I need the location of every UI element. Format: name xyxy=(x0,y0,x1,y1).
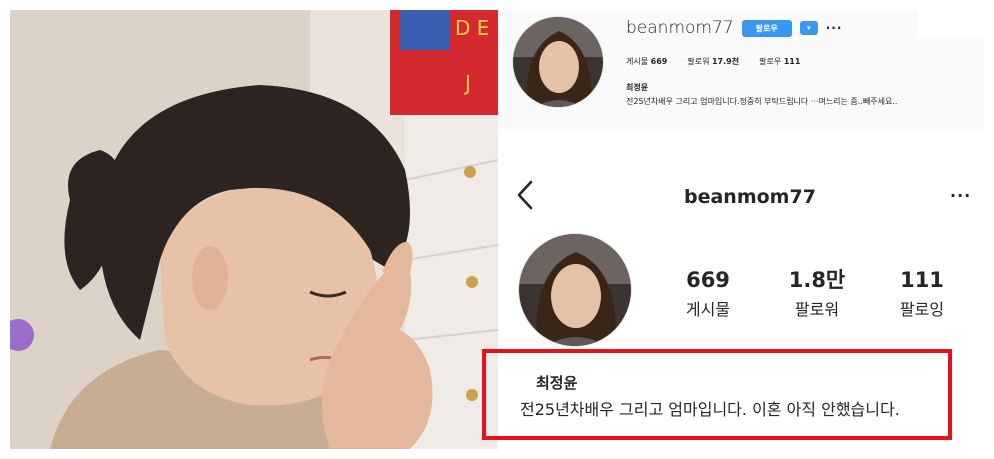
stat-followers[interactable]: 팔로워 17.9천 xyxy=(687,56,739,67)
stat-followers[interactable]: 1.8만 팔로워 xyxy=(762,268,872,320)
follow-button[interactable]: 팔로우 xyxy=(741,19,792,37)
stat-label: 팔로잉 xyxy=(899,300,945,319)
chevron-left-icon[interactable] xyxy=(514,178,536,212)
stat-following[interactable]: 팔로우 111 xyxy=(759,56,800,67)
mobile-username: beanmom77 xyxy=(684,186,816,208)
more-options-icon[interactable]: ··· xyxy=(826,21,843,35)
avatar-image xyxy=(513,17,603,107)
stat-label: 팔로워 xyxy=(794,300,840,319)
stat-posts[interactable]: 게시물 669 xyxy=(626,56,667,67)
stat-label: 게시물 xyxy=(626,57,649,66)
more-options-icon[interactable]: ··· xyxy=(950,186,971,205)
profile-full-name: 최정윤 xyxy=(536,374,578,392)
stat-following[interactable]: 111 팔로잉 xyxy=(867,268,977,320)
profile-title-row: beanmom77 팔로우 ▾ ··· xyxy=(626,18,842,38)
svg-text:D E: D E xyxy=(455,16,489,40)
stat-label: 팔로워 xyxy=(687,57,710,66)
stat-value: 1.8만 xyxy=(788,268,846,292)
avatar-image xyxy=(519,234,631,346)
profile-username: beanmom77 xyxy=(626,18,734,38)
bio-highlight-box xyxy=(482,349,952,440)
profile-avatar[interactable] xyxy=(518,233,632,347)
photo-woman-crying: D E J xyxy=(10,10,498,449)
profile-bio: 전25년차배우 그리고 엄마입니다. 이혼 아직 안했습니다. xyxy=(520,400,900,419)
svg-text:J: J xyxy=(463,71,471,95)
profile-bio: 전25년차배우 그리고 엄마입니다.정중히 부탁드립니다 ···며느리는 좀..… xyxy=(626,97,898,106)
profile-full-name: 최정윤 xyxy=(626,83,649,92)
photo-illustration: D E J xyxy=(10,10,498,449)
crop-overlay xyxy=(918,10,984,38)
stat-label: 팔로우 xyxy=(759,57,782,66)
stat-value: 111 xyxy=(900,268,944,292)
stat-value: 111 xyxy=(783,57,801,66)
stat-value: 669 xyxy=(650,57,668,66)
mobile-profile-view: beanmom77 ··· 669 게시물 1.8만 팔로워 111 팔로잉 최… xyxy=(482,130,984,449)
profile-stats-row: 게시물 669 팔로워 17.9천 팔로우 111 xyxy=(626,56,800,67)
profile-header-capture: beanmom77 팔로우 ▾ ··· 게시물 669 팔로워 17.9천 팔로… xyxy=(498,10,984,130)
stat-label: 게시물 xyxy=(685,300,731,319)
stat-value: 669 xyxy=(686,268,730,292)
stat-posts[interactable]: 669 게시물 xyxy=(653,268,763,320)
profile-avatar-small[interactable] xyxy=(512,16,604,108)
chevron-down-icon[interactable]: ▾ xyxy=(799,21,818,35)
stat-value: 17.9천 xyxy=(711,57,740,66)
